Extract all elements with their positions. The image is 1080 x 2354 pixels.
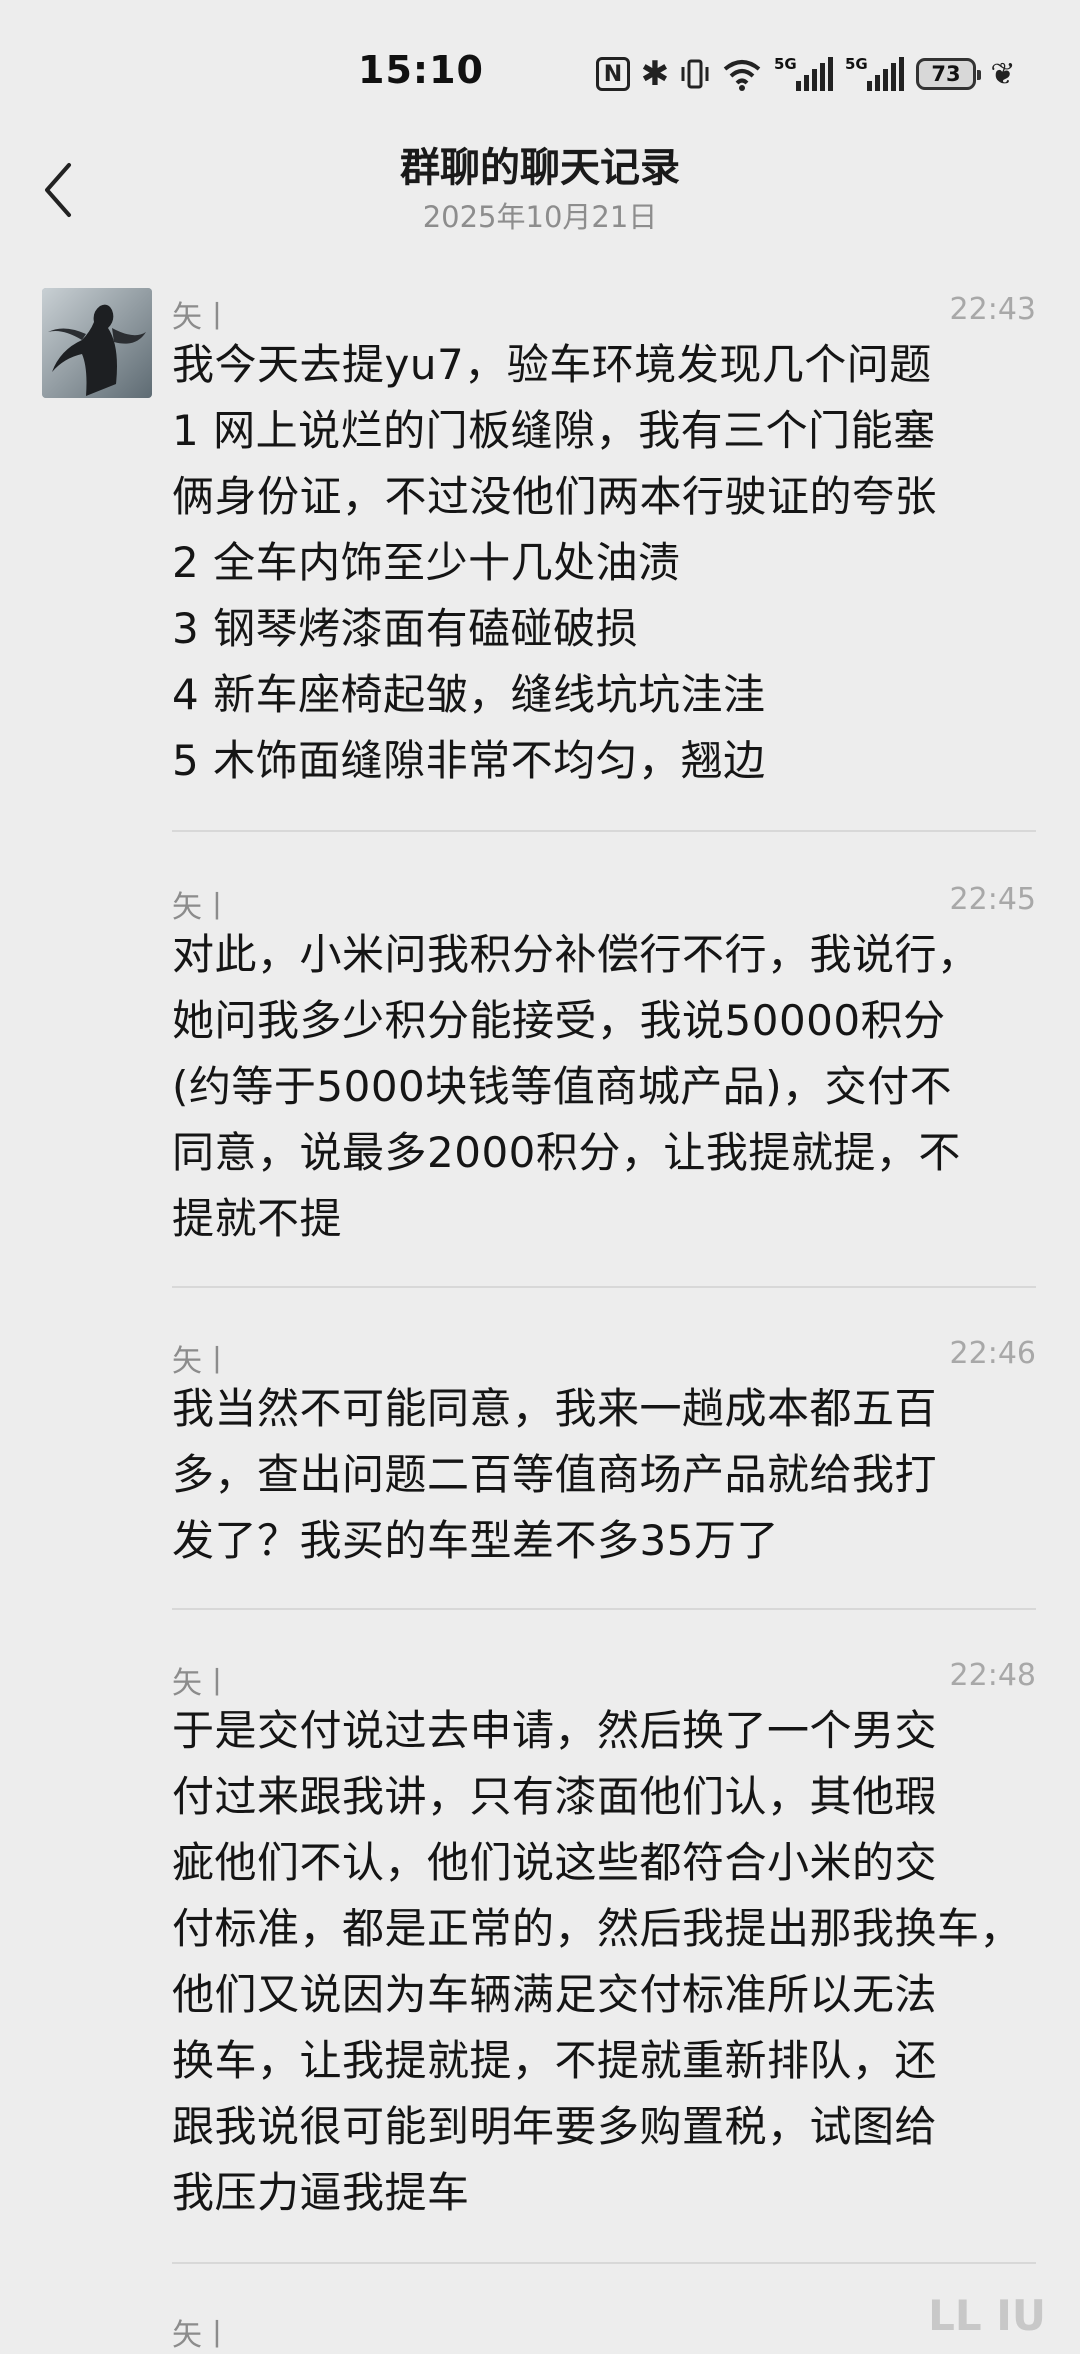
status-bar: 15:10 N ✱ 5G 5G 73 ❦ (0, 0, 1080, 130)
message-item: 矢丨 22:45 对此，小米问我积分补偿行不行，我说行， 她问我多少积分能接受，… (172, 882, 1036, 1252)
message-text: 对此，小米问我积分补偿行不行，我说行， 她问我多少积分能接受，我说50000积分… (172, 930, 980, 1243)
message-time: 22:43 (949, 292, 1036, 327)
avatar[interactable] (42, 288, 152, 398)
vibrate-icon (680, 57, 710, 91)
leaf-icon: ❦ (990, 56, 1016, 92)
nav-header: 群聊的聊天记录 2025年10月21日 (0, 130, 1080, 250)
sender-name: 矢丨 (172, 300, 232, 335)
divider (172, 2262, 1036, 2264)
bluetooth-icon: ✱ (640, 54, 670, 94)
divider (172, 830, 1036, 832)
divider (172, 1608, 1036, 1610)
page-title: 群聊的聊天记录 (400, 145, 680, 191)
wifi-icon (722, 57, 762, 91)
sender-name: 矢丨 (172, 1344, 232, 1379)
watermark: LL IU (928, 2291, 1046, 2340)
sender-name: 矢丨 (172, 2318, 232, 2353)
message-item: 矢丨 22:48 于是交付说过去申请，然后换了一个男交 付过来跟我讲，只有漆面他… (172, 1658, 1036, 2226)
message-time: 22:46 (949, 1336, 1036, 1371)
message-time: 22:48 (949, 1658, 1036, 1693)
battery-icon: 73 (916, 58, 981, 90)
message-text: 于是交付说过去申请，然后换了一个男交 付过来跟我讲，只有漆面他们认，其他瑕 疵他… (172, 1706, 1023, 2217)
message-time: 22:45 (949, 882, 1036, 917)
message-item: 矢丨 22:43 我今天去提yu7，验车环境发现几个问题 1 网上说烂的门板缝隙… (172, 292, 1036, 794)
message-item: 矢丨 (172, 2310, 1036, 2353)
sender-name: 矢丨 (172, 1666, 232, 1701)
5g-signal-icon: 5G (774, 55, 833, 91)
sender-name: 矢丨 (172, 890, 232, 925)
nfc-icon: N (596, 57, 630, 91)
message-text: 我当然不可能同意，我来一趟成本都五百 多，查出问题二百等值商场产品就给我打 发了… (172, 1384, 938, 1565)
status-time: 15:10 (358, 48, 484, 92)
page-subtitle: 2025年10月21日 (422, 200, 658, 234)
message-item: 矢丨 22:46 我当然不可能同意，我来一趟成本都五百 多，查出问题二百等值商场… (172, 1336, 1036, 1574)
divider (172, 1286, 1036, 1288)
message-text: 我今天去提yu7，验车环境发现几个问题 1 网上说烂的门板缝隙，我有三个门能塞 … (172, 340, 938, 785)
status-icons: N ✱ 5G 5G 73 ❦ (596, 52, 1018, 96)
5g-signal-icon: 5G (845, 55, 904, 91)
